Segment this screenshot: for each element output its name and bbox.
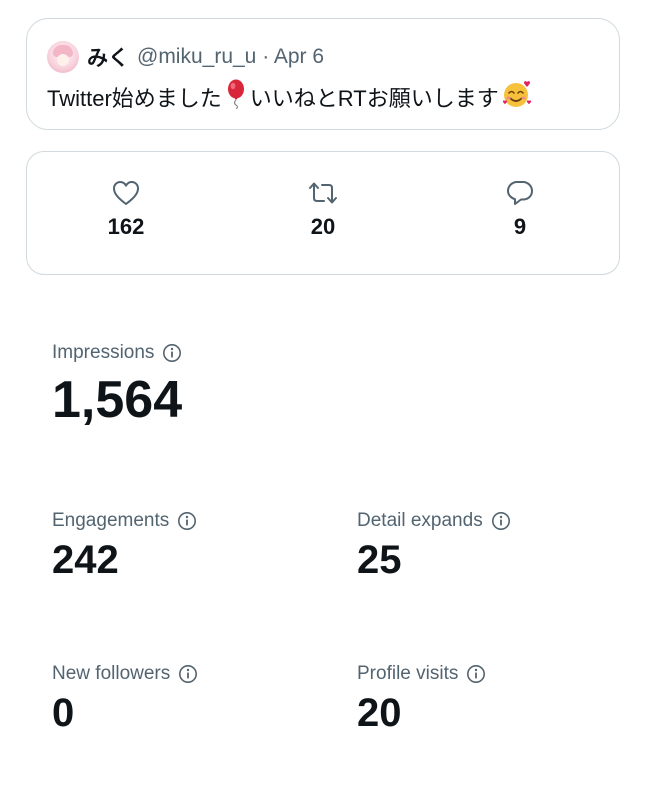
new-followers-label: New followers [52, 663, 171, 684]
tweet-header: みく @miku_ru_u · Apr 6 [47, 39, 324, 75]
detail-expands-metric: Detail expands 25 [357, 510, 511, 583]
detail-expands-value: 25 [357, 538, 402, 582]
detail-expands-label-row: Detail expands [357, 510, 511, 532]
detail-expands-label: Detail expands [357, 510, 483, 531]
impressions-label: Impressions [52, 342, 155, 363]
impressions-metric: Impressions 1,564 [52, 342, 182, 430]
new-followers-value: 0 [52, 691, 75, 735]
balloon-icon [224, 79, 248, 115]
retweet-icon[interactable] [263, 178, 383, 208]
info-icon[interactable] [177, 511, 197, 531]
info-icon[interactable] [162, 343, 182, 363]
engagements-metric: Engagements 242 [52, 510, 197, 583]
avatar[interactable] [47, 41, 79, 73]
tweet-text: Twitter始めました いいねとRTお願いします [47, 79, 535, 115]
info-icon[interactable] [491, 511, 511, 531]
impressions-value: 1,564 [52, 371, 183, 429]
smiling-face-with-hearts-icon [501, 79, 533, 115]
impressions-label-row: Impressions [52, 342, 182, 364]
info-icon[interactable] [178, 664, 198, 684]
engagements-value: 242 [52, 538, 119, 582]
profile-visits-label: Profile visits [357, 663, 459, 684]
display-name[interactable]: みく [87, 42, 129, 72]
new-followers-label-row: New followers [52, 663, 198, 685]
replies-count: 9 [513, 214, 527, 239]
tweet-text-part-1: Twitter始めました [47, 86, 222, 111]
profile-visits-value: 20 [357, 691, 402, 735]
profile-visits-metric: Profile visits 20 [357, 663, 486, 736]
retweets-count: 20 [310, 214, 336, 239]
engagement-actions-card: 162 20 9 [26, 151, 620, 275]
retweets-action[interactable]: 20 [263, 178, 383, 240]
profile-visits-label-row: Profile visits [357, 663, 486, 685]
engagements-label: Engagements [52, 510, 170, 531]
replies-action[interactable]: 9 [460, 178, 580, 240]
reply-icon[interactable] [460, 178, 580, 208]
engagements-label-row: Engagements [52, 510, 197, 532]
new-followers-metric: New followers 0 [52, 663, 198, 736]
heart-icon[interactable] [66, 178, 186, 208]
info-icon[interactable] [466, 664, 486, 684]
handle-and-date[interactable]: @miku_ru_u · Apr 6 [137, 45, 324, 69]
tweet-preview-card[interactable]: みく @miku_ru_u · Apr 6 Twitter始めました いいねとR… [26, 18, 620, 130]
tweet-text-part-2: いいねとRTお願いします [249, 86, 499, 111]
likes-count: 162 [107, 214, 145, 239]
tweet-analytics-page: みく @miku_ru_u · Apr 6 Twitter始めました いいねとR… [0, 0, 646, 800]
likes-action[interactable]: 162 [66, 178, 186, 240]
